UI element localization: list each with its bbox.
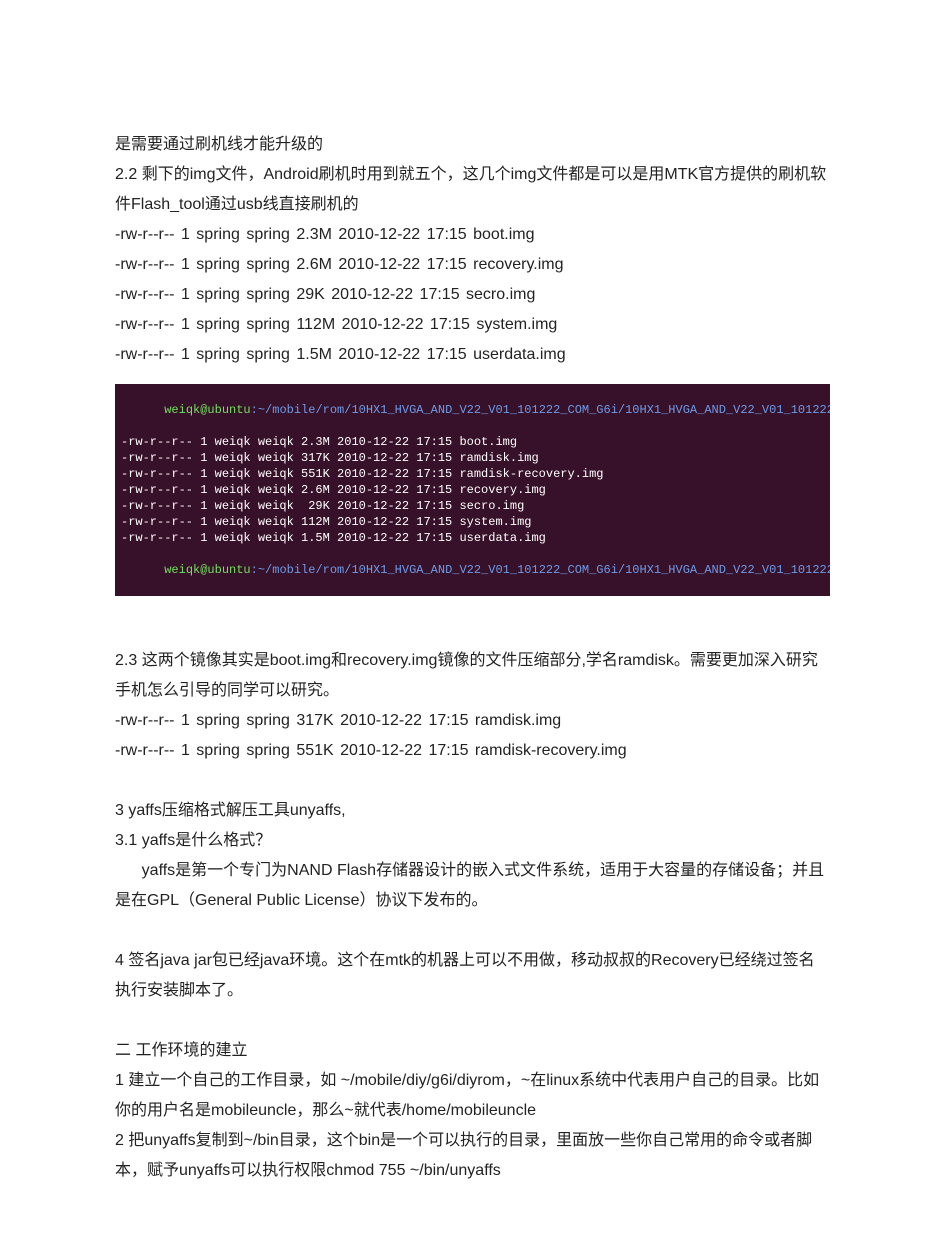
paragraph: 4 签名java jar包已经java环境。这个在mtk的机器上可以不用做，移动… xyxy=(115,946,830,1006)
paragraph: 1 建立一个自己的工作目录，如 ~/mobile/diy/g6i/diyrom，… xyxy=(115,1066,830,1126)
file-line: -rw-r--r-- 1 spring spring 551K 2010-12-… xyxy=(115,736,830,766)
paragraph: 二 工作环境的建立 xyxy=(115,1036,830,1066)
terminal-user: weiqk@ubuntu xyxy=(164,563,250,577)
terminal-row: -rw-r--r-- 1 weiqk weiqk 112M 2010-12-22… xyxy=(121,514,824,530)
file-line: -rw-r--r-- 1 spring spring 112M 2010-12-… xyxy=(115,310,830,340)
file-listing: -rw-r--r-- 1 spring spring 317K 2010-12-… xyxy=(115,706,830,766)
terminal-user: weiqk@ubuntu xyxy=(164,403,250,417)
terminal-path: :~/mobile/rom/10HX1_HVGA_AND_V22_V01_101… xyxy=(251,403,830,417)
file-line: -rw-r--r-- 1 spring spring 2.6M 2010-12-… xyxy=(115,250,830,280)
terminal-path: :~/mobile/rom/10HX1_HVGA_AND_V22_V01_101… xyxy=(251,563,830,577)
file-line: -rw-r--r-- 1 spring spring 2.3M 2010-12-… xyxy=(115,220,830,250)
paragraph: 3.1 yaffs是什么格式？ xyxy=(115,826,830,856)
paragraph: yaffs是第一个专门为NAND Flash存储器设计的嵌入式文件系统，适用于大… xyxy=(115,856,830,916)
file-line: -rw-r--r-- 1 spring spring 1.5M 2010-12-… xyxy=(115,340,830,370)
terminal-row: -rw-r--r-- 1 weiqk weiqk 2.6M 2010-12-22… xyxy=(121,482,824,498)
document-page: 是需要通过刷机线才能升级的 2.2 剩下的img文件，Android刷机时用到就… xyxy=(0,0,945,1246)
file-line: -rw-r--r-- 1 spring spring 29K 2010-12-2… xyxy=(115,280,830,310)
paragraph: 2.2 剩下的img文件，Android刷机时用到就五个，这几个img文件都是可… xyxy=(115,160,830,220)
file-line: -rw-r--r-- 1 spring spring 317K 2010-12-… xyxy=(115,706,830,736)
paragraph: 2 把unyaffs复制到~/bin目录，这个bin是一个可以执行的目录，里面放… xyxy=(115,1126,830,1186)
file-listing: -rw-r--r-- 1 spring spring 2.3M 2010-12-… xyxy=(115,220,830,370)
terminal-row: -rw-r--r-- 1 weiqk weiqk 551K 2010-12-22… xyxy=(121,466,824,482)
paragraph: 是需要通过刷机线才能升级的 xyxy=(115,130,830,160)
terminal-row: -rw-r--r-- 1 weiqk weiqk 1.5M 2010-12-22… xyxy=(121,530,824,546)
paragraph: 2.3 这两个镜像其实是boot.img和recovery.img镜像的文件压缩… xyxy=(115,646,830,706)
terminal-row: -rw-r--r-- 1 weiqk weiqk 29K 2010-12-22 … xyxy=(121,498,824,514)
paragraph: 3 yaffs压缩格式解压工具unyaffs, xyxy=(115,796,830,826)
terminal-row: -rw-r--r-- 1 weiqk weiqk 2.3M 2010-12-22… xyxy=(121,434,824,450)
terminal-row: -rw-r--r-- 1 weiqk weiqk 317K 2010-12-22… xyxy=(121,450,824,466)
terminal-screenshot: weiqk@ubuntu:~/mobile/rom/10HX1_HVGA_AND… xyxy=(115,384,830,596)
